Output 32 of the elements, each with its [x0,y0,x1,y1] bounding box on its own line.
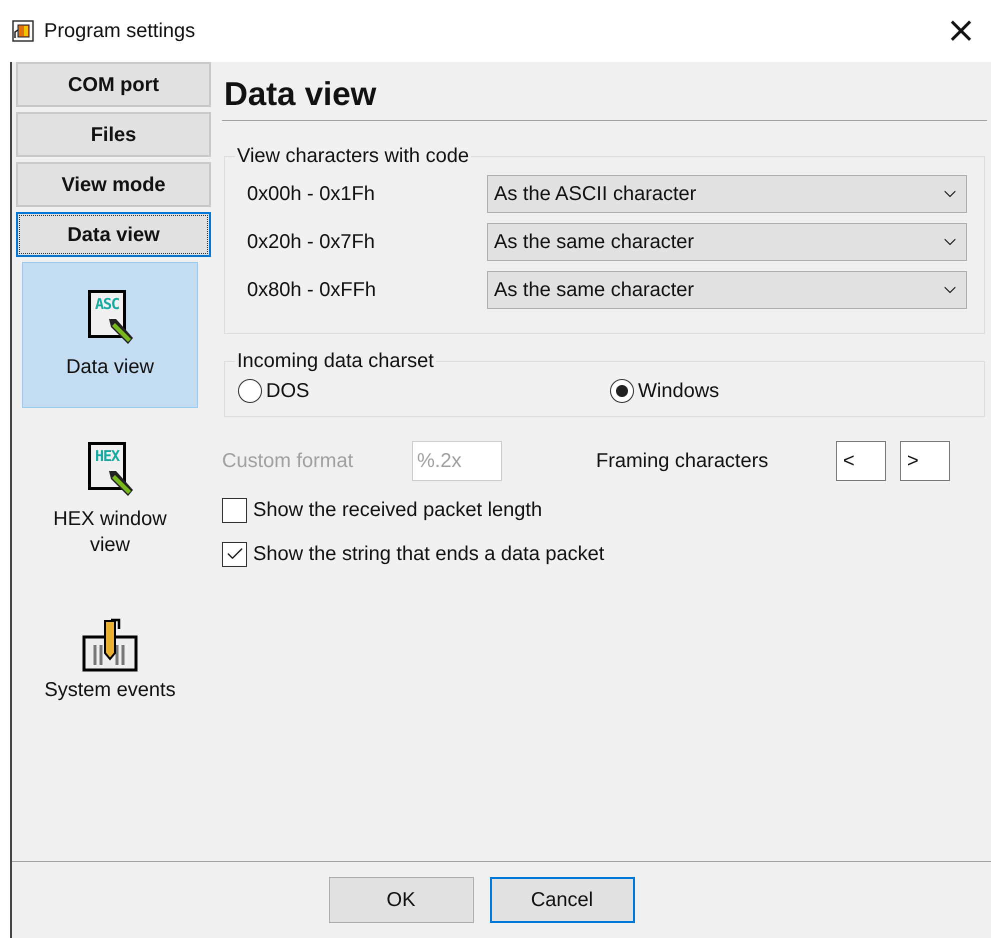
sidebar-tab[interactable]: Files [16,112,211,157]
radio-option[interactable]: DOS [238,376,610,406]
custom-format-label: Custom format [222,449,354,474]
dialog-button[interactable]: OK [328,877,474,923]
code-range-label: 0x80h - 0xFFh [247,278,377,303]
dropdown[interactable]: As the ASCII character [487,175,967,213]
dropdown[interactable]: As the same character [487,271,967,309]
icon-label: ASC [94,297,120,315]
sidebar-tab[interactable]: View mode [16,162,211,207]
sidebar-tab[interactable]: Data view [16,212,211,257]
framing-field[interactable]: > [900,441,950,481]
code-range-label: 0x00h - 0x1Fh [247,182,376,207]
dialog-button[interactable]: Cancel [490,877,634,923]
framing-label: Framing characters [596,449,770,474]
app-icon [12,20,34,42]
window-title: Program settings [44,19,196,44]
group-legend: View characters with code [235,141,471,171]
register-pen-icon [81,617,139,673]
icon-label: HEX [94,449,120,467]
checkbox-option[interactable]: Show the string that ends a data packet [222,539,987,569]
code-range-label: 0x20h - 0x7Fh [247,230,376,255]
sidebar-item[interactable]: HEX HEX window view [22,420,198,580]
group-legend: Incoming data charset [235,346,436,376]
framing-field[interactable]: < [836,441,886,481]
sidebar-item[interactable]: ASC Data view [22,262,198,408]
sidebar-item[interactable]: System events [22,580,198,740]
close-button[interactable]: × [943,13,979,49]
dropdown[interactable]: As the same character [487,223,967,261]
sidebar-tab[interactable]: COM port [16,62,211,107]
checkbox-option[interactable]: Show the received packet length [222,495,987,525]
radio-option[interactable]: Windows [610,376,720,406]
page-heading: Data view [224,74,378,114]
